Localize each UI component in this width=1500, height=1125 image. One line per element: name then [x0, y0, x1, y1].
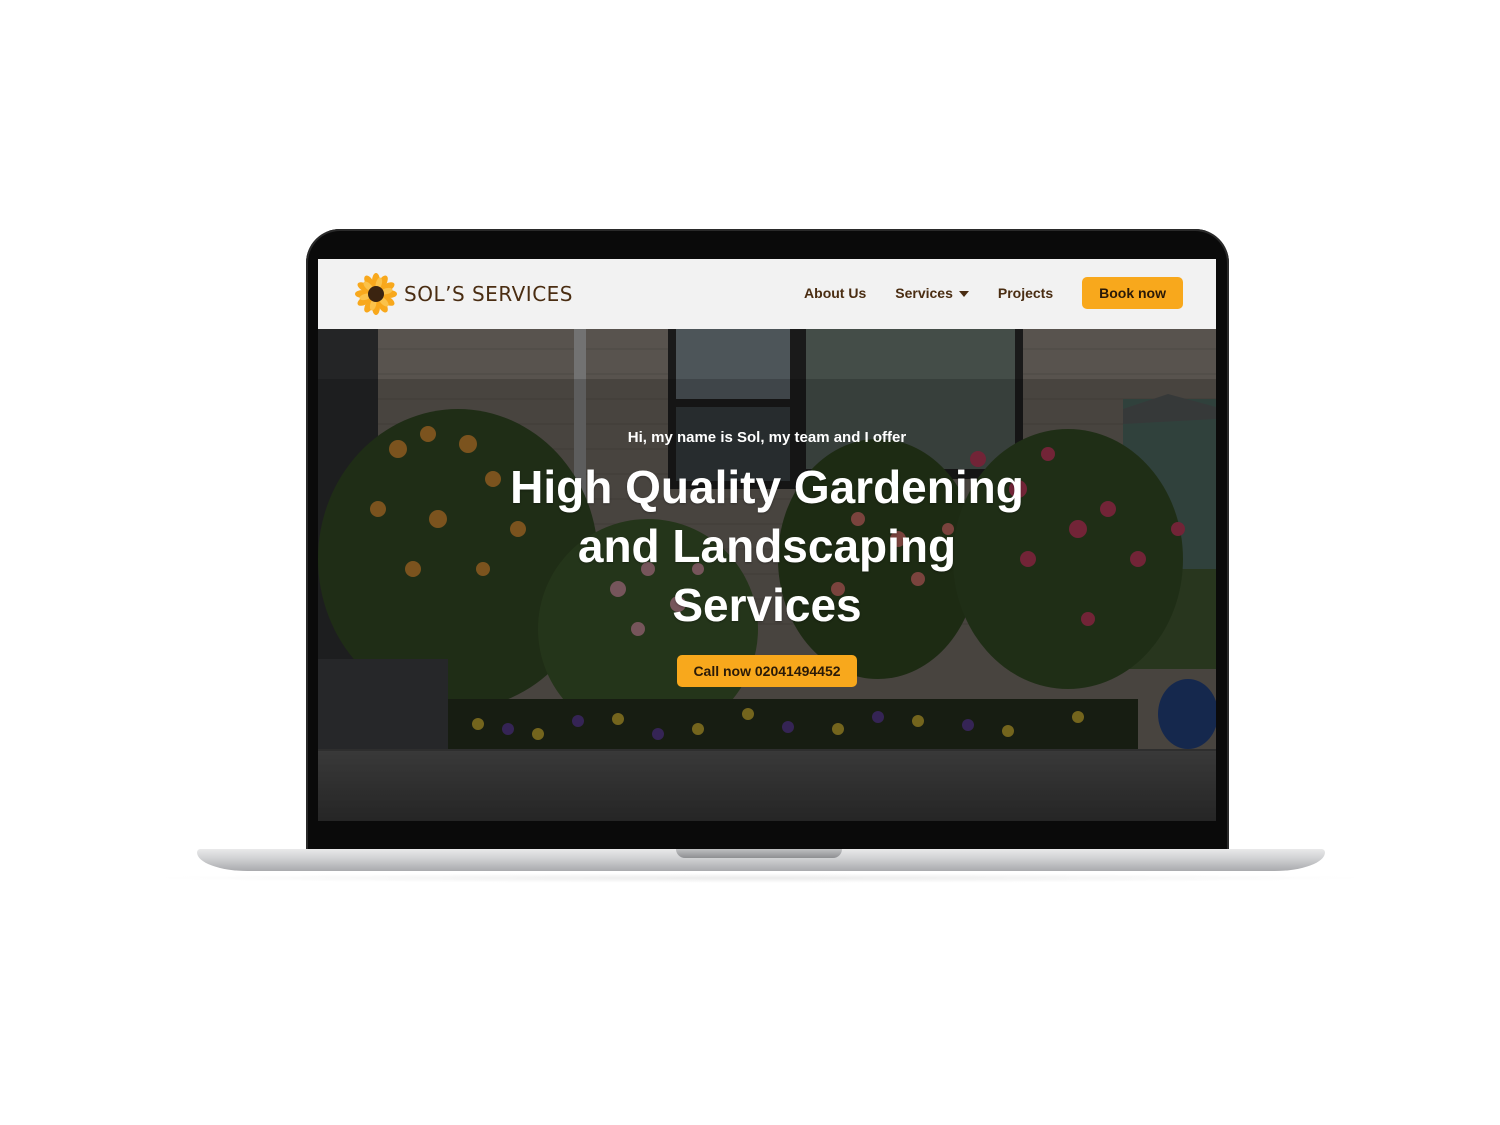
nav-services-dropdown[interactable]: Services	[895, 285, 969, 301]
caret-down-icon	[958, 291, 969, 297]
brand-name: SOL’S SERVICES	[404, 282, 574, 306]
nav-about-us[interactable]: About Us	[804, 285, 866, 301]
hero-intro-text: Hi, my name is Sol, my team and I offer	[627, 429, 907, 446]
laptop-screen: SOL’S SERVICES About Us Services Project…	[318, 259, 1216, 821]
mockup-stage: SOL’S SERVICES About Us Services Project…	[0, 0, 1500, 1125]
sunflower-icon	[355, 273, 397, 315]
laptop-base-notch	[676, 849, 842, 858]
hero-headline: High Quality Gardening and Landscaping S…	[510, 461, 1024, 631]
nav-projects-label: Projects	[997, 285, 1054, 301]
nav-services-label: Services	[895, 285, 953, 301]
book-now-button[interactable]: Book now	[1082, 277, 1183, 309]
call-now-button[interactable]: Call now 02041494452	[677, 655, 857, 687]
laptop-shadow	[140, 873, 1380, 883]
hero-section: Hi, my name is Sol, my team and I offer …	[318, 329, 1216, 821]
site-header: SOL’S SERVICES About Us Services Project…	[318, 259, 1216, 329]
nav-about-us-label: About Us	[804, 285, 867, 301]
brand-logo[interactable]: SOL’S SERVICES	[354, 272, 573, 316]
nav-projects[interactable]: Projects	[998, 285, 1053, 301]
hero-content: Hi, my name is Sol, my team and I offer …	[318, 429, 1216, 687]
main-nav: About Us Services Projects Book now	[804, 277, 1183, 309]
